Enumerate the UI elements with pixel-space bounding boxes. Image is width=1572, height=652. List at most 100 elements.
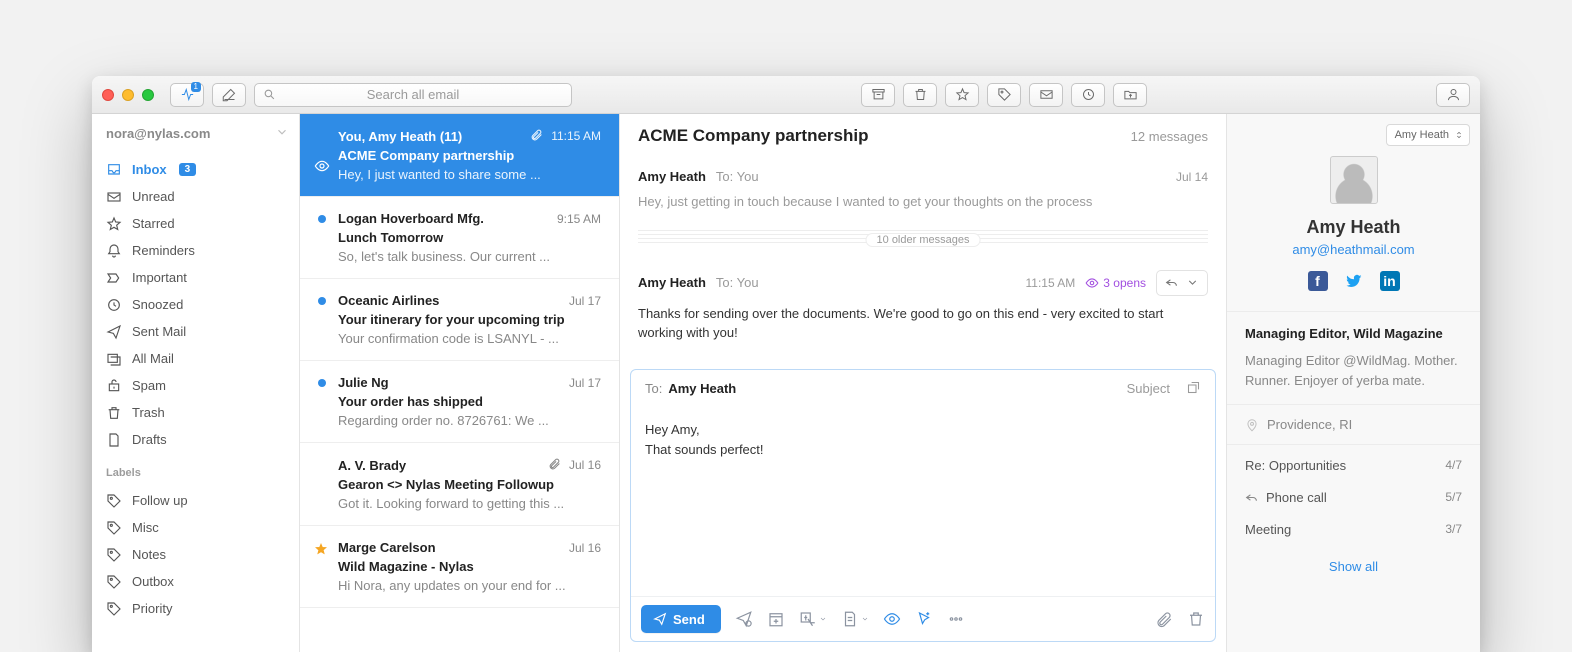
compose-to-label: To: bbox=[645, 381, 662, 396]
message-collapsed[interactable]: Amy Heath To: You Jul 14 Hey, just getti… bbox=[620, 159, 1226, 224]
contact-job: Managing Editor, Wild Magazine bbox=[1245, 326, 1462, 341]
updown-icon bbox=[1455, 131, 1463, 139]
unread-count: 3 bbox=[179, 163, 197, 176]
sidebar-item-inbox[interactable]: Inbox3 bbox=[92, 156, 299, 183]
trash-icon bbox=[1187, 610, 1205, 628]
contact-name: Amy Heath bbox=[1245, 217, 1462, 238]
send-later-button[interactable] bbox=[735, 610, 753, 628]
close-window-button[interactable] bbox=[102, 89, 114, 101]
attach-button[interactable] bbox=[1155, 610, 1173, 628]
thread-from: You, Amy Heath (11) bbox=[338, 129, 522, 144]
conversation-pane: ACME Company partnership 12 messages Amy… bbox=[620, 114, 1226, 652]
sidebar-item-sent[interactable]: Sent Mail bbox=[92, 318, 299, 345]
mark-unread-button[interactable] bbox=[1029, 83, 1063, 107]
message-sender: Amy Heath bbox=[638, 169, 706, 184]
send-button[interactable]: Send bbox=[641, 605, 721, 633]
spam-icon bbox=[106, 378, 122, 394]
thread-time: Jul 16 bbox=[569, 458, 601, 472]
contact-email[interactable]: amy@heathmail.com bbox=[1245, 242, 1462, 257]
message-sender: Amy Heath bbox=[638, 275, 706, 290]
thread-item[interactable]: Logan Hoverboard Mfg.9:15 AMLunch Tomorr… bbox=[300, 197, 619, 279]
sidebar-item-reminders[interactable]: Reminders bbox=[92, 237, 299, 264]
app-window: 1 nora@nylas.com I bbox=[92, 76, 1480, 652]
unread-dot bbox=[318, 379, 326, 387]
move-button[interactable] bbox=[1113, 83, 1147, 107]
show-all-link[interactable]: Show all bbox=[1227, 549, 1480, 584]
label-item[interactable]: Follow up bbox=[92, 487, 299, 514]
thread-subject: Your order has shipped bbox=[338, 394, 601, 409]
compose-button[interactable] bbox=[212, 83, 246, 107]
minimize-window-button[interactable] bbox=[122, 89, 134, 101]
account-button[interactable] bbox=[1436, 83, 1470, 107]
snooze-button[interactable] bbox=[1071, 83, 1105, 107]
facebook-icon[interactable]: f bbox=[1308, 271, 1328, 291]
archive-button[interactable] bbox=[861, 83, 895, 107]
compose-popout-button[interactable] bbox=[1186, 380, 1201, 398]
templates-button[interactable] bbox=[841, 610, 869, 628]
older-messages-band[interactable]: 10 older messages bbox=[638, 230, 1208, 246]
message-preview: Hey, just getting in touch because I wan… bbox=[638, 184, 1208, 216]
chevron-down-icon bbox=[1186, 276, 1199, 289]
thread-snippet: Hey, I just wanted to share some ... bbox=[338, 167, 601, 182]
sidebar-item-trash[interactable]: Trash bbox=[92, 399, 299, 426]
linkedin-icon[interactable]: in bbox=[1380, 271, 1400, 291]
star-icon[interactable] bbox=[314, 542, 328, 559]
contact-location: Providence, RI bbox=[1227, 405, 1480, 445]
related-thread[interactable]: Phone call5/7 bbox=[1227, 481, 1480, 513]
search-field[interactable] bbox=[254, 83, 572, 107]
clock-icon bbox=[1081, 87, 1096, 102]
compose-icon bbox=[222, 87, 237, 102]
translate-button[interactable] bbox=[799, 610, 827, 628]
sidebar-item-spam[interactable]: Spam bbox=[92, 372, 299, 399]
unread-icon bbox=[106, 189, 122, 205]
contact-picker[interactable]: Amy Heath bbox=[1386, 124, 1470, 146]
compose-toolbar: Send bbox=[631, 596, 1215, 641]
reply-icon bbox=[1245, 491, 1258, 504]
thread-item[interactable]: A. V. BradyJul 16Gearon <> Nylas Meeting… bbox=[300, 443, 619, 526]
allmail-icon bbox=[106, 351, 122, 367]
thread-from: Logan Hoverboard Mfg. bbox=[338, 211, 549, 226]
compose-body[interactable]: Hey Amy, That sounds perfect! bbox=[631, 408, 1215, 597]
label-item[interactable]: Outbox bbox=[92, 568, 299, 595]
conversation-count: 12 messages bbox=[1131, 129, 1208, 144]
thread-item[interactable]: Marge CarelsonJul 16Wild Magazine - Nyla… bbox=[300, 526, 619, 608]
label-button[interactable] bbox=[987, 83, 1021, 107]
search-input[interactable] bbox=[274, 86, 552, 103]
star-button[interactable] bbox=[945, 83, 979, 107]
sidebar-item-snoozed[interactable]: Snoozed bbox=[92, 291, 299, 318]
related-thread[interactable]: Meeting3/7 bbox=[1227, 513, 1480, 545]
open-tracking-toggle[interactable] bbox=[883, 610, 901, 628]
label-item[interactable]: Misc bbox=[92, 514, 299, 541]
important-icon bbox=[106, 270, 122, 286]
trash-button[interactable] bbox=[903, 83, 937, 107]
label-item[interactable]: Priority bbox=[92, 595, 299, 622]
message-actions bbox=[861, 83, 1147, 107]
thread-snippet: Regarding order no. 8726761: We ... bbox=[338, 413, 601, 428]
discard-button[interactable] bbox=[1187, 610, 1205, 628]
trash-icon bbox=[913, 87, 928, 102]
reminder-button[interactable] bbox=[767, 610, 785, 628]
thread-snippet: Your confirmation code is LSANYL - ... bbox=[338, 331, 601, 346]
inbox-icon bbox=[106, 162, 122, 178]
twitter-icon[interactable] bbox=[1344, 271, 1364, 291]
sidebar-item-unread[interactable]: Unread bbox=[92, 183, 299, 210]
avatar bbox=[1330, 156, 1378, 204]
activity-button[interactable]: 1 bbox=[170, 83, 204, 107]
thread-item[interactable]: Oceanic AirlinesJul 17Your itinerary for… bbox=[300, 279, 619, 361]
sidebar-item-starred[interactable]: Starred bbox=[92, 210, 299, 237]
sidebar-item-allmail[interactable]: All Mail bbox=[92, 345, 299, 372]
account-header[interactable]: nora@nylas.com bbox=[92, 114, 299, 152]
label-item[interactable]: Notes bbox=[92, 541, 299, 568]
related-thread[interactable]: Re: Opportunities4/7 bbox=[1227, 449, 1480, 481]
thread-subject: Wild Magazine - Nylas bbox=[338, 559, 601, 574]
thread-item[interactable]: You, Amy Heath (11)11:15 AMACME Company … bbox=[300, 114, 619, 197]
activity-badge: 1 bbox=[191, 82, 201, 92]
zoom-window-button[interactable] bbox=[142, 89, 154, 101]
sidebar-item-important[interactable]: Important bbox=[92, 264, 299, 291]
reply-dropdown[interactable] bbox=[1156, 270, 1208, 296]
link-tracking-toggle[interactable] bbox=[915, 610, 933, 628]
compose-subject-placeholder[interactable]: Subject bbox=[1127, 381, 1170, 396]
sidebar-item-drafts[interactable]: Drafts bbox=[92, 426, 299, 453]
thread-item[interactable]: Julie NgJul 17Your order has shippedRega… bbox=[300, 361, 619, 443]
more-options-button[interactable] bbox=[947, 610, 965, 628]
